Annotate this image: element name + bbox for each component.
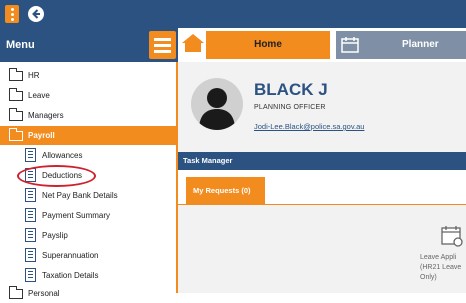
back-icon[interactable] [28, 6, 44, 22]
menu-header: Menu [0, 28, 178, 62]
more-options-icon[interactable] [5, 5, 19, 23]
sidebar-item-payment-summary[interactable]: Payment Summary [0, 206, 176, 225]
tab-my-requests[interactable]: My Requests (0) [186, 177, 265, 204]
hamburger-menu-icon[interactable] [149, 31, 176, 59]
sidebar-item-label: Managers [28, 111, 64, 120]
leave-label-line-2: (HR21 Leave [420, 264, 462, 271]
folder-icon [9, 88, 23, 101]
sidebar-item-superannuation[interactable]: Superannuation [0, 246, 176, 265]
document-icon [25, 268, 36, 282]
top-bar [0, 0, 466, 28]
calendar-icon[interactable] [336, 31, 364, 59]
sidebar-item-label: Superannuation [42, 251, 99, 260]
sidebar-item-payroll[interactable]: Payroll [0, 126, 176, 145]
document-icon [25, 188, 36, 202]
folder-open-icon [9, 128, 23, 141]
profile-role: PLANNING OFFICER [254, 104, 326, 111]
sidebar-item-label: Allowances [42, 151, 83, 160]
sidebar-item-label: Taxation Details [42, 271, 99, 280]
sidebar-item-label: Payroll [28, 131, 55, 140]
leave-label-line-1: Leave Appli [420, 254, 457, 261]
folder-icon [9, 68, 23, 81]
folder-icon [9, 286, 23, 299]
tab-home[interactable]: Home [206, 31, 330, 59]
task-manager-title: Task Manager [183, 156, 233, 165]
sidebar-item-allowances[interactable]: Allowances [0, 146, 176, 165]
document-icon [25, 248, 36, 262]
sidebar-item-label: Payslip [42, 231, 68, 240]
profile-email-link[interactable]: Jodi-Lee.Black@police.sa.gov.au [254, 122, 364, 131]
sidebar-item-payslip[interactable]: Payslip [0, 226, 176, 245]
document-icon [25, 228, 36, 242]
sidebar-item-label: Payment Summary [42, 211, 111, 220]
sidebar-item-label: Personal [28, 289, 60, 298]
sidebar-item-managers[interactable]: Managers [0, 106, 176, 125]
menu-title: Menu [6, 39, 35, 51]
sidebar-item-net-pay-bank-details[interactable]: Net Pay Bank Details [0, 186, 176, 205]
deductions-highlight-circle [17, 165, 96, 187]
sidebar-item-label: Net Pay Bank Details [42, 191, 118, 200]
task-manager-header: Task Manager [178, 152, 466, 170]
sidebar-item-taxation-details[interactable]: Taxation Details [0, 266, 176, 285]
leave-application-icon[interactable] [440, 224, 464, 248]
sidebar-item-leave[interactable]: Leave [0, 86, 176, 105]
sidebar-item-personal[interactable]: Personal [0, 284, 176, 303]
sidebar-item-label: Leave [28, 91, 50, 100]
leave-label-line-3: Only) [420, 274, 437, 281]
tab-planner[interactable]: Planner [364, 31, 466, 59]
home-icon[interactable] [180, 32, 206, 54]
sidebar-item-label: HR [28, 71, 40, 80]
profile-name: BLACK J [254, 80, 328, 99]
sidebar-item-hr[interactable]: HR [0, 66, 176, 85]
avatar [191, 78, 243, 130]
document-icon [25, 148, 36, 162]
document-icon [25, 208, 36, 222]
folder-icon [9, 108, 23, 121]
leave-application-label[interactable]: Leave Appli (HR21 Leave Only) [420, 253, 466, 283]
